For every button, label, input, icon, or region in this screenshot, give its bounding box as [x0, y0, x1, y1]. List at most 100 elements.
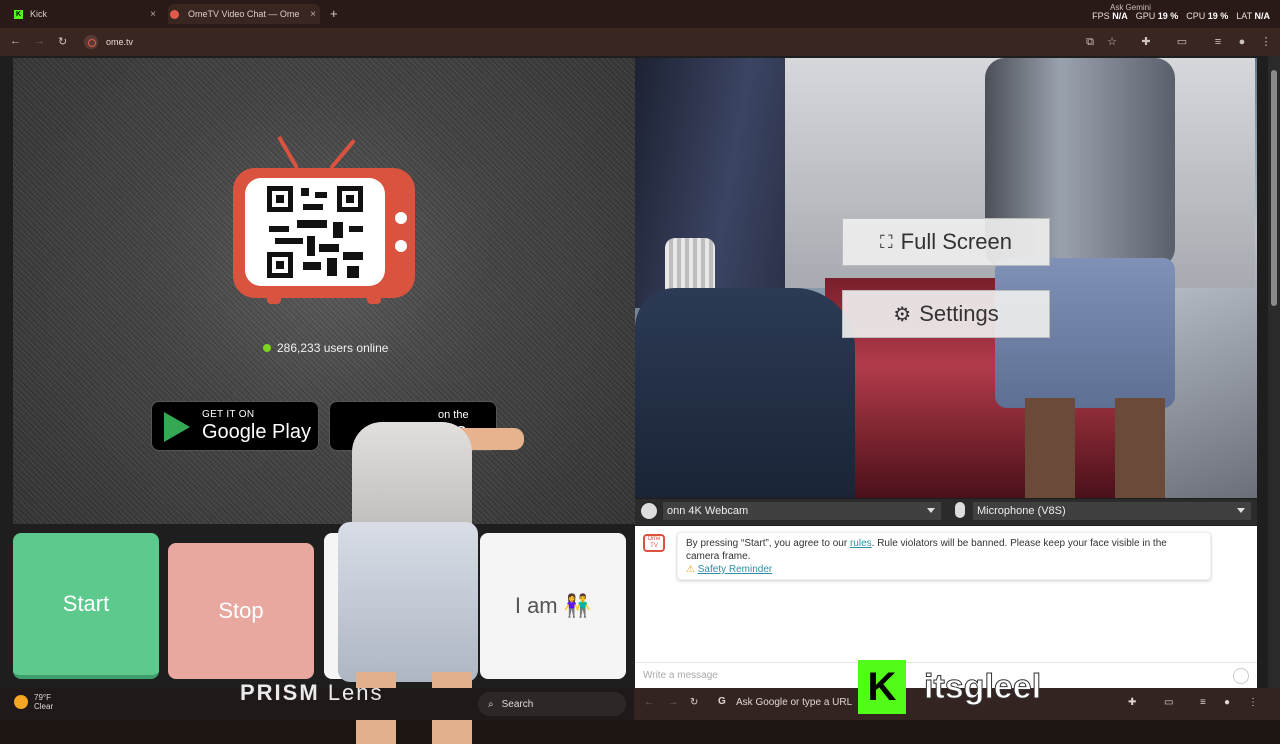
rules-notice: By pressing “Start”, you agree to our ru… — [677, 532, 1211, 580]
gender-label: I am 👫 — [514, 593, 592, 618]
settings-label: Settings — [919, 301, 999, 326]
new-tab-button[interactable]: + — [330, 6, 338, 21]
qr-code-screen — [245, 178, 385, 286]
tab-title: Kick — [30, 9, 48, 19]
stop-label: Stop — [218, 598, 264, 623]
menu-kebab-icon[interactable]: ⋮ — [1260, 36, 1272, 48]
prism-lens-watermark: PRISM Lens — [240, 680, 384, 706]
forward-arrow-icon[interactable]: → — [668, 697, 678, 708]
stop-button[interactable]: Stop — [168, 543, 314, 679]
tab-close-icon[interactable]: × — [150, 9, 156, 20]
microphone-select-value: Microphone (V8S) — [977, 505, 1066, 517]
online-dot-icon — [263, 344, 271, 352]
tab-ometv[interactable]: OmeTV Video Chat — Ome × — [168, 4, 320, 24]
profile-avatar-icon[interactable]: ● — [1236, 36, 1248, 48]
kick-favicon-icon: K — [14, 9, 23, 19]
microphone-icon — [955, 502, 965, 518]
camera-person — [965, 58, 1195, 498]
emoji-icon[interactable] — [1233, 668, 1249, 684]
camera-select-value: onn 4K Webcam — [667, 505, 749, 517]
camera-select[interactable]: onn 4K Webcam — [663, 502, 941, 520]
gpu-label: GPU — [1135, 11, 1156, 21]
browser-tab-bar: K Kick × OmeTV Video Chat — Ome × + Ask … — [0, 0, 1280, 28]
address-bar: ← → ↻ ome.tv ⧉ ☆ ✚ ▭ ≡ ● ⋮ — [0, 28, 1280, 56]
chevron-down-icon — [927, 508, 935, 513]
device-selector-bar: onn 4K Webcam Microphone (V8S) — [635, 499, 1257, 525]
back-arrow-icon[interactable]: ← — [644, 697, 654, 708]
users-online-text: 286,233 users online — [277, 341, 389, 355]
profile-avatar-icon[interactable]: ● — [1224, 697, 1230, 708]
url-field[interactable]: ome.tv — [80, 32, 1070, 52]
tab-kick[interactable]: K Kick × — [12, 4, 160, 24]
split-view-icon[interactable]: ▭ — [1176, 36, 1188, 48]
tv-leg — [267, 296, 281, 304]
search-icon: ⌕ — [488, 698, 494, 710]
google-play-small: GET IT ON — [202, 409, 255, 420]
prism-brand-suffix: Lens — [327, 680, 384, 705]
reading-list-icon[interactable]: ≡ — [1200, 697, 1206, 708]
menu-kebab-icon[interactable]: ⋮ — [1248, 697, 1258, 708]
back-arrow-icon[interactable]: ← — [10, 35, 21, 47]
taskbar-search[interactable]: ⌕ Search — [478, 692, 626, 716]
gpu-value: 19 % — [1157, 11, 1179, 21]
lat-value: N/A — [1254, 11, 1271, 21]
fullscreen-label: Full Screen — [900, 229, 1012, 254]
chat-panel: Ome TV By pressing “Start”, you agree to… — [635, 526, 1257, 688]
tab-close-icon[interactable]: × — [310, 9, 316, 20]
extensions-icon[interactable]: ✚ — [1140, 36, 1152, 48]
self-camera-pane: ⛶ Full Screen ⚙ Settings — [635, 58, 1257, 498]
extensions-icon[interactable]: ✚ — [1128, 697, 1136, 708]
notice-text-pre: By pressing “Start”, you agree to our — [686, 538, 850, 549]
tv-knob — [395, 240, 407, 252]
settings-button[interactable]: ⚙ Settings — [842, 290, 1050, 338]
ometv-qr-logo — [233, 135, 415, 304]
tab-title: OmeTV Video Chat — Ome — [188, 9, 300, 19]
weather-condition: Clear — [34, 702, 54, 711]
microphone-select[interactable]: Microphone (V8S) — [973, 502, 1251, 520]
lat-label: LAT — [1236, 11, 1252, 21]
rules-link[interactable]: rules — [850, 538, 872, 549]
warning-icon: ⚠ — [686, 564, 695, 575]
weather-widget[interactable]: 79°F Clear — [14, 693, 53, 711]
start-label: Start — [62, 591, 110, 616]
mini-omnibox-text[interactable]: Ask Google or type a URL — [736, 697, 852, 708]
fullscreen-icon: ⛶ — [880, 231, 893, 252]
forward-arrow-icon[interactable]: → — [34, 35, 45, 47]
cpu-value: 19 % — [1207, 11, 1229, 21]
ometv-logo-icon: Ome TV — [643, 534, 665, 552]
tv-knob — [395, 212, 407, 224]
url-text: ome.tv — [106, 37, 134, 47]
prism-brand: PRISM — [240, 680, 320, 705]
cpu-label: CPU — [1186, 11, 1206, 21]
install-app-icon[interactable]: ⧉ — [1084, 36, 1096, 48]
bookmark-star-icon[interactable]: ☆ — [1106, 36, 1118, 48]
qr-code-icon — [267, 186, 363, 278]
fullscreen-button[interactable]: ⛶ Full Screen — [842, 218, 1050, 266]
scrollbar-thumb[interactable] — [1271, 70, 1277, 306]
ometv-favicon-icon — [170, 9, 179, 19]
message-placeholder: Write a message — [643, 670, 718, 681]
split-view-icon[interactable]: ▭ — [1164, 697, 1173, 708]
weather-sun-icon — [14, 695, 28, 709]
temperature: 79°F — [34, 693, 51, 702]
google-play-icon — [164, 412, 190, 442]
site-info-icon[interactable] — [84, 35, 98, 49]
reload-icon[interactable]: ↻ — [690, 697, 698, 708]
fps-value: N/A — [1112, 11, 1128, 21]
reading-list-icon[interactable]: ≡ — [1212, 36, 1224, 48]
web-viewport: 286,233 users online GET IT ON Google Pl… — [0, 56, 1280, 744]
start-button[interactable]: Start — [13, 533, 159, 679]
google-icon: G — [718, 696, 726, 707]
tv-leg — [367, 296, 381, 304]
page-scrollbar[interactable] — [1268, 56, 1280, 688]
search-label: Search — [501, 698, 534, 710]
webcam-icon — [641, 503, 657, 519]
reload-icon[interactable]: ↻ — [58, 35, 67, 48]
os-taskbar: 79°F Clear PRISM Lens ⌕ Search ← → ↻ G A… — [0, 660, 1280, 720]
kick-logo-icon: K — [858, 660, 906, 714]
google-play-badge[interactable]: GET IT ON Google Play — [151, 401, 319, 451]
chevron-down-icon — [1237, 508, 1245, 513]
safety-reminder-link[interactable]: Safety Reminder — [698, 564, 772, 575]
camera-background — [635, 288, 855, 498]
performance-stats: FPS N/A GPU 19 % CPU 19 % LAT N/A — [1092, 11, 1270, 21]
